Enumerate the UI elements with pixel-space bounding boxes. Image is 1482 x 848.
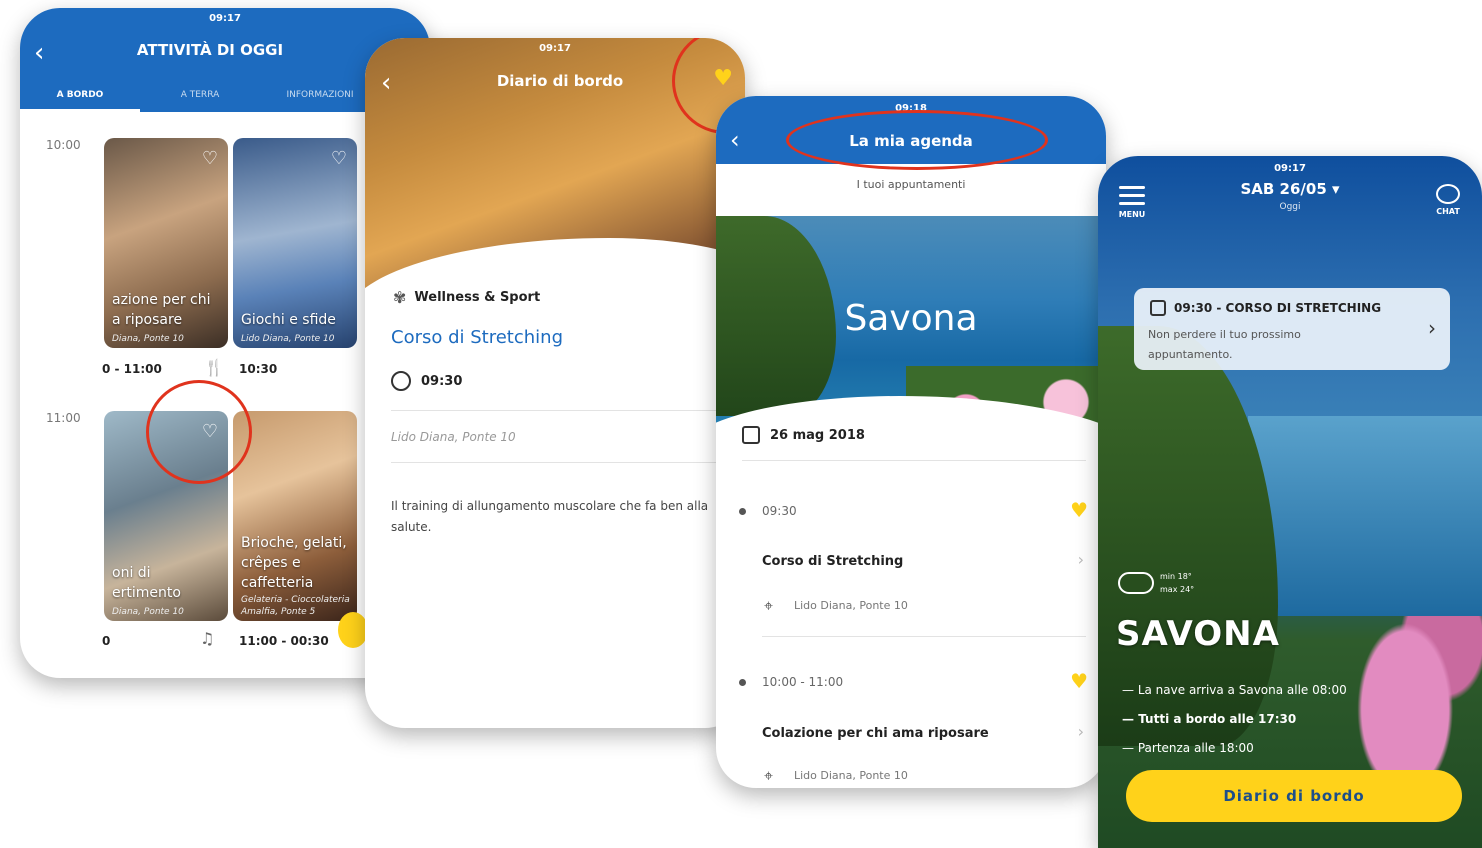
favorite-heart-icon[interactable]: ♥ — [1070, 498, 1088, 522]
hour-label: 11:00 — [46, 411, 81, 425]
cloud-icon — [1118, 572, 1154, 594]
tab-a-terra[interactable]: A TERRA — [140, 84, 260, 112]
status-time: 09:17 — [209, 12, 241, 24]
agenda-date: 26 mag 2018 — [770, 427, 865, 443]
item-time: 10:00 - 11:00 — [762, 675, 844, 689]
page-title: ATTIVITÀ DI OGGI — [136, 41, 284, 59]
tile-location: Amalfia, Ponte 5 — [241, 607, 316, 617]
category-label: Wellness & Sport — [414, 290, 541, 305]
category-row: ✾ Wellness & Sport — [393, 288, 540, 307]
activity-tile[interactable]: ♡ Giochi e sfide Lido Diana, Ponte 10 — [233, 138, 357, 348]
clock-icon — [391, 371, 411, 391]
weather-max: max 24° — [1160, 585, 1195, 594]
timeline-dot — [739, 679, 746, 686]
chat-button[interactable]: CHAT — [1428, 184, 1468, 216]
location-pin-icon: ⌖ — [764, 766, 774, 785]
heart-icon[interactable]: ♡ — [331, 148, 347, 169]
highlight-circle — [146, 380, 252, 484]
phone-home: 09:17 MENU SAB 26/05 ▾ Oggi CHAT 09:30 -… — [1098, 156, 1482, 848]
date-row: 26 mag 2018 — [742, 426, 865, 444]
next-appointment-card[interactable]: 09:30 - CORSO DI STRETCHING Non perdere … — [1134, 288, 1450, 370]
fab-button[interactable] — [338, 612, 368, 648]
item-place: Lido Diana, Ponte 10 — [794, 769, 908, 782]
phone-diario: 09:17 ‹ Diario di bordo ♥ ✾ Wellness & S… — [365, 38, 745, 728]
divider — [742, 460, 1086, 461]
tile-caption: Brioche, gelati, crêpes e caffetteria — [241, 535, 347, 591]
tile-caption: oni di ertimento — [112, 565, 181, 601]
tab-a-bordo[interactable]: A BORDO — [20, 84, 140, 112]
info-line: — Partenza alle 18:00 — [1122, 741, 1254, 755]
tile-location: Diana, Ponte 10 — [112, 334, 184, 344]
tile-caption: azione per chi a riposare — [112, 292, 211, 328]
item-place: Lido Diana, Ponte 10 — [794, 599, 908, 612]
tile-caption: Giochi e sfide — [241, 312, 336, 328]
location-pin-icon: ⌖ — [764, 596, 774, 615]
activity-tile[interactable]: Brioche, gelati, crêpes e caffetteria Gela… — [233, 411, 357, 621]
timeline-dot — [739, 508, 746, 515]
city-name: Savona — [844, 298, 978, 339]
diario-di-bordo-button[interactable]: Diario di bordo — [1126, 770, 1462, 822]
item-title: Colazione per chi ama riposare — [762, 726, 989, 741]
tile-location: Diana, Ponte 10 — [112, 607, 184, 617]
appointment-text: Non perdere il tuo prossimo appuntamento… — [1148, 328, 1301, 361]
activity-location: Lido Diana, Ponte 10 — [391, 430, 516, 444]
activity-tile[interactable]: ♡ azione per chi a riposare Diana, Ponte … — [104, 138, 228, 348]
tile-time: 11:00 - 00:30 — [239, 634, 329, 648]
status-time: 09:17 — [1274, 162, 1306, 174]
highlight-ellipse — [786, 110, 1048, 170]
divider — [391, 410, 745, 411]
hour-label: 10:00 — [46, 138, 81, 152]
today-label: Oggi — [1279, 202, 1301, 212]
status-time: 09:17 — [539, 42, 571, 54]
app-screens-collage: 09:17 ‹ ATTIVITÀ DI OGGI A BORDO A TERRA… — [0, 0, 1482, 848]
divider — [762, 636, 1086, 637]
info-line: — La nave arriva a Savona alle 08:00 — [1122, 683, 1347, 697]
cutlery-icon: 🍴 — [204, 358, 224, 377]
wellness-icon: ✾ — [393, 288, 407, 307]
weather-widget: min 18° max 24° — [1118, 570, 1194, 596]
chevron-right-icon: › — [1077, 722, 1084, 741]
status-bar: 09:17 — [20, 8, 430, 28]
phone-agenda: 09:18 ‹ La mia agenda I tuoi appuntament… — [716, 96, 1106, 788]
calendar-icon — [742, 426, 760, 444]
tile-location: Lido Diana, Ponte 10 — [241, 334, 335, 344]
divider — [391, 462, 745, 463]
calendar-icon — [1150, 300, 1166, 316]
activity-title: Corso di Stretching — [391, 327, 564, 348]
arrival-info: — La nave arriva a Savona alle 08:00 — T… — [1122, 676, 1347, 763]
appointment-title: 09:30 - CORSO DI STRETCHING — [1174, 301, 1382, 315]
activity-description: Il training di allungamento muscolare ch… — [391, 499, 709, 534]
tile-category: Gelateria - Cioccolateria — [241, 595, 350, 605]
time-row: 09:30 — [391, 371, 462, 391]
tile-time: 0 - 11:00 — [102, 362, 162, 376]
tab-informazioni[interactable]: INFORMAZIONI — [260, 84, 380, 112]
activity-time: 09:30 — [421, 373, 463, 389]
chat-bubble-icon — [1436, 184, 1460, 204]
status-bar: 09:17 — [1098, 158, 1482, 178]
page-subtitle: I tuoi appuntamenti — [856, 178, 966, 191]
item-title: Corso di Stretching — [762, 554, 904, 569]
city-title: SAVONA — [1116, 614, 1280, 654]
tile-time: 0 — [102, 634, 111, 648]
current-date: SAB 26/05 ▾ — [1240, 180, 1340, 198]
chevron-right-icon: › — [1428, 316, 1436, 340]
chevron-right-icon: › — [1077, 550, 1084, 569]
photo-sea — [1248, 416, 1482, 616]
favorite-heart-icon[interactable]: ♥ — [1070, 669, 1088, 693]
chat-label: CHAT — [1436, 207, 1460, 216]
heart-icon[interactable]: ♡ — [202, 148, 218, 169]
music-icon: ♫ — [200, 629, 215, 648]
date-selector[interactable]: SAB 26/05 ▾ Oggi — [1098, 180, 1482, 212]
item-time: 09:30 — [762, 504, 797, 518]
info-line: — Tutti a bordo alle 17:30 — [1122, 712, 1297, 726]
weather-min: min 18° — [1160, 572, 1192, 581]
tile-time: 10:30 — [239, 362, 278, 376]
